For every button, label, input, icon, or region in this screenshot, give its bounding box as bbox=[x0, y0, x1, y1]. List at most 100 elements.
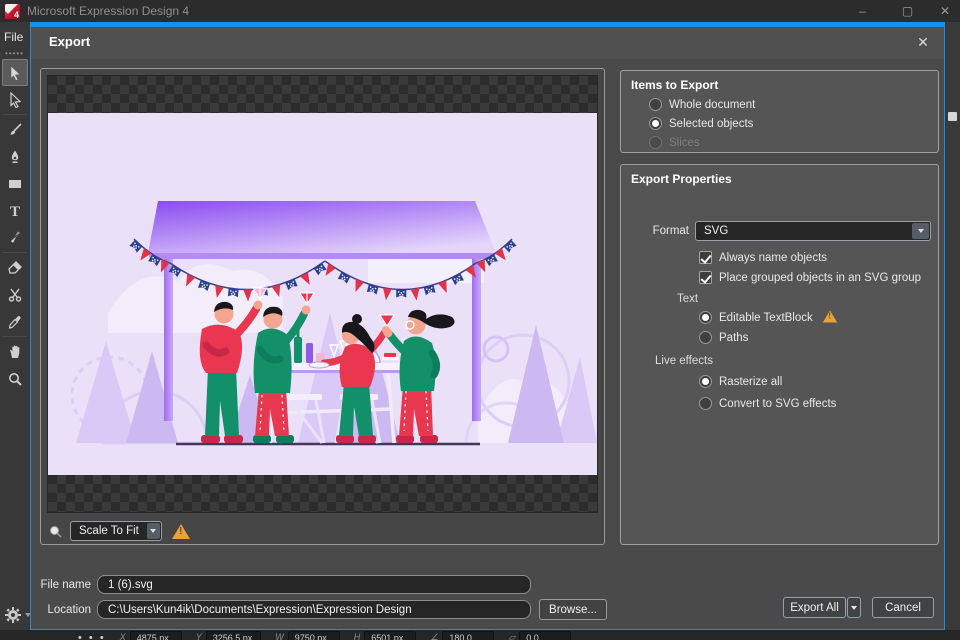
file-name-label: File name bbox=[40, 578, 92, 591]
status-h-label: H bbox=[353, 632, 361, 640]
tool-eyedropper[interactable] bbox=[2, 308, 28, 335]
tool-pan[interactable] bbox=[2, 338, 28, 365]
radio-label: Rasterize all bbox=[719, 375, 783, 388]
status-rotate-label: ∠ bbox=[430, 632, 439, 640]
tool-ink[interactable] bbox=[2, 224, 28, 251]
radio-editable-textblock[interactable]: Editable TextBlock bbox=[699, 310, 839, 324]
status-w-label: W bbox=[275, 632, 284, 640]
browse-button[interactable]: Browse... bbox=[539, 599, 607, 620]
tool-eraser[interactable] bbox=[2, 254, 28, 281]
magnifier-icon bbox=[8, 372, 22, 386]
radio-label: Paths bbox=[719, 331, 749, 344]
export-preview-panel: Scale To Fit bbox=[40, 68, 605, 545]
toolbar-settings[interactable] bbox=[4, 606, 31, 624]
export-properties-title: Export Properties bbox=[631, 172, 732, 186]
status-h-value[interactable]: 6501 px bbox=[364, 631, 417, 640]
radio-convert-svg-effects[interactable]: Convert to SVG effects bbox=[699, 397, 836, 410]
location-label: Location bbox=[47, 603, 91, 616]
transparency-checker-bottom bbox=[48, 475, 597, 512]
app-window: 4 Microsoft Expression Design 4 – ▢ ✕ Fi… bbox=[0, 0, 960, 640]
radio-icon bbox=[699, 331, 712, 344]
checkbox-always-name-objects[interactable]: Always name objects bbox=[699, 251, 827, 264]
maximize-button[interactable]: ▢ bbox=[885, 0, 930, 22]
radio-rasterize-all[interactable]: Rasterize all bbox=[699, 375, 782, 388]
items-to-export-title: Items to Export bbox=[631, 78, 719, 92]
ink-pen-icon bbox=[10, 231, 20, 243]
paintbrush-icon bbox=[10, 122, 22, 135]
selection-arrow-icon bbox=[10, 64, 21, 81]
radio-whole-document[interactable]: Whole document bbox=[649, 98, 755, 111]
location-input[interactable] bbox=[97, 600, 531, 619]
tool-text[interactable]: T bbox=[2, 197, 28, 224]
status-y-value[interactable]: 3256.5 px bbox=[205, 631, 262, 640]
radio-icon bbox=[699, 397, 712, 410]
svg-text:T: T bbox=[9, 204, 19, 219]
radio-icon-selected bbox=[649, 117, 662, 130]
file-menu[interactable]: File bbox=[0, 26, 29, 48]
radio-icon bbox=[649, 98, 662, 111]
preview-scale-row: Scale To Fit bbox=[49, 521, 190, 541]
status-y-label: Y bbox=[195, 632, 202, 640]
tool-paintbrush[interactable] bbox=[2, 116, 28, 143]
app-logo-icon: 4 bbox=[5, 3, 20, 19]
textblock-warning-icon bbox=[822, 310, 837, 322]
text-group-label: Text bbox=[677, 293, 699, 305]
status-skew-value[interactable]: 0.0 bbox=[519, 631, 572, 640]
radio-label: Editable TextBlock bbox=[719, 311, 813, 324]
radio-slices: Slices bbox=[649, 136, 700, 149]
transparency-checker-top bbox=[48, 76, 597, 113]
dialog-close-icon[interactable]: ✕ bbox=[914, 33, 932, 51]
text-tool-icon: T bbox=[9, 204, 19, 219]
chevron-down-icon bbox=[146, 523, 160, 539]
radio-label: Selected objects bbox=[669, 117, 754, 130]
scissors-icon bbox=[8, 288, 21, 302]
format-select[interactable]: SVG bbox=[695, 221, 931, 241]
cancel-button[interactable]: Cancel bbox=[872, 597, 934, 618]
status-w-value[interactable]: 9750 px bbox=[287, 631, 340, 640]
export-properties-panel: Export Properties Format SVG Always name… bbox=[620, 164, 939, 545]
eraser-icon bbox=[7, 260, 22, 274]
live-effects-group-label: Live effects bbox=[655, 355, 713, 367]
tool-zoom[interactable] bbox=[2, 365, 28, 392]
checkbox-icon-checked bbox=[699, 271, 712, 284]
format-value: SVG bbox=[704, 225, 729, 237]
export-all-split-button: Export All bbox=[783, 597, 861, 618]
scale-mode-select[interactable]: Scale To Fit bbox=[70, 521, 162, 541]
tool-scissors[interactable] bbox=[2, 281, 28, 308]
radio-icon-disabled bbox=[649, 136, 662, 149]
items-to-export-panel: Items to Export Whole document Selected … bbox=[620, 70, 939, 153]
radio-paths[interactable]: Paths bbox=[699, 331, 748, 344]
tool-selection[interactable] bbox=[1, 59, 28, 86]
scale-mode-value: Scale To Fit bbox=[79, 525, 139, 537]
checkbox-svg-group[interactable]: Place grouped objects in an SVG group bbox=[699, 271, 921, 284]
radio-selected-objects[interactable]: Selected objects bbox=[649, 117, 753, 130]
export-all-button[interactable]: Export All bbox=[783, 597, 846, 618]
tool-pen[interactable] bbox=[2, 143, 28, 170]
radio-label: Slices bbox=[669, 136, 700, 149]
status-rotate-value[interactable]: 180.0 bbox=[442, 631, 495, 640]
checkbox-label: Place grouped objects in an SVG group bbox=[719, 271, 922, 284]
settings-gear-icon bbox=[5, 607, 21, 623]
close-window-button[interactable]: ✕ bbox=[930, 0, 960, 22]
file-name-input[interactable] bbox=[97, 575, 531, 594]
tool-palette: ••••• T bbox=[0, 50, 29, 640]
scale-warning-icon bbox=[172, 523, 190, 539]
titlebar: 4 Microsoft Expression Design 4 – ▢ ✕ bbox=[0, 0, 960, 22]
radio-icon-selected bbox=[699, 375, 712, 388]
hand-icon bbox=[9, 344, 19, 358]
status-x-value[interactable]: 4875 px bbox=[129, 631, 182, 640]
minimize-button[interactable]: – bbox=[840, 0, 885, 22]
export-dialog: Export ✕ Scale To Fit ! Items to Export … bbox=[30, 22, 945, 630]
export-all-dropdown-arrow[interactable] bbox=[847, 597, 861, 618]
chevron-down-icon bbox=[912, 223, 929, 239]
window-title: Microsoft Expression Design 4 bbox=[27, 4, 190, 18]
toolbar-grip-handle[interactable]: ••••• bbox=[5, 50, 24, 58]
radio-icon-selected bbox=[699, 311, 712, 324]
dialog-title: Export bbox=[49, 34, 91, 49]
preview-viewport[interactable] bbox=[47, 75, 598, 513]
tool-direct-selection[interactable] bbox=[2, 86, 28, 113]
preview-illustration bbox=[70, 201, 597, 446]
rectangle-icon bbox=[8, 179, 21, 188]
preview-artboard bbox=[48, 113, 597, 475]
tool-rectangle[interactable] bbox=[2, 170, 28, 197]
